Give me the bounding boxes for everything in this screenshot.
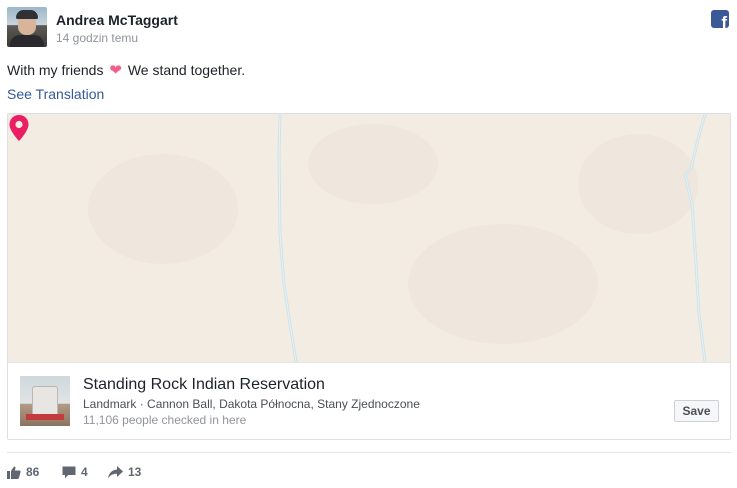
- map-rivers: [277, 114, 707, 362]
- comment-icon: [62, 466, 76, 478]
- place-checkins: 11,106 people checked in here: [83, 413, 247, 427]
- avatar-cap: [16, 10, 38, 19]
- heart-icon: ❤: [109, 62, 122, 79]
- footer-divider: [7, 452, 731, 453]
- author-name[interactable]: Andrea McTaggart: [56, 12, 178, 28]
- author-avatar[interactable]: [7, 7, 47, 47]
- comments-stat[interactable]: 4: [62, 463, 88, 481]
- place-meta: Landmark · Cannon Ball, Dakota Północna,…: [83, 397, 420, 411]
- post-text-start: With my friends: [7, 62, 104, 78]
- post-text-end: We stand together.: [127, 62, 246, 78]
- place-thumbnail[interactable]: [20, 376, 70, 426]
- thumbs-up-icon: [7, 466, 21, 479]
- place-info: Standing Rock Indian Reservation Landmar…: [8, 362, 730, 439]
- likes-count: 86: [26, 465, 40, 479]
- facebook-glyph: f: [721, 13, 727, 28]
- place-name[interactable]: Standing Rock Indian Reservation: [83, 376, 325, 394]
- thumbnail-base: [26, 414, 64, 420]
- shares-stat[interactable]: 13: [108, 463, 141, 481]
- map[interactable]: [8, 114, 730, 362]
- post-text: With my friends ❤ We stand together.: [7, 61, 245, 79]
- save-button[interactable]: Save: [674, 400, 719, 422]
- comments-count: 4: [81, 465, 88, 479]
- facebook-icon[interactable]: f: [711, 10, 729, 28]
- avatar-shirt: [10, 35, 44, 47]
- see-translation-link[interactable]: See Translation: [7, 86, 104, 102]
- post-header: Andrea McTaggart 14 godzin temu f: [7, 7, 731, 49]
- place-card: Standing Rock Indian Reservation Landmar…: [7, 113, 731, 440]
- share-icon: [108, 465, 123, 478]
- likes-stat[interactable]: 86: [7, 463, 39, 481]
- shares-count: 13: [128, 465, 142, 479]
- post-timestamp[interactable]: 14 godzin temu: [56, 31, 138, 45]
- map-pin-icon[interactable]: [8, 114, 30, 142]
